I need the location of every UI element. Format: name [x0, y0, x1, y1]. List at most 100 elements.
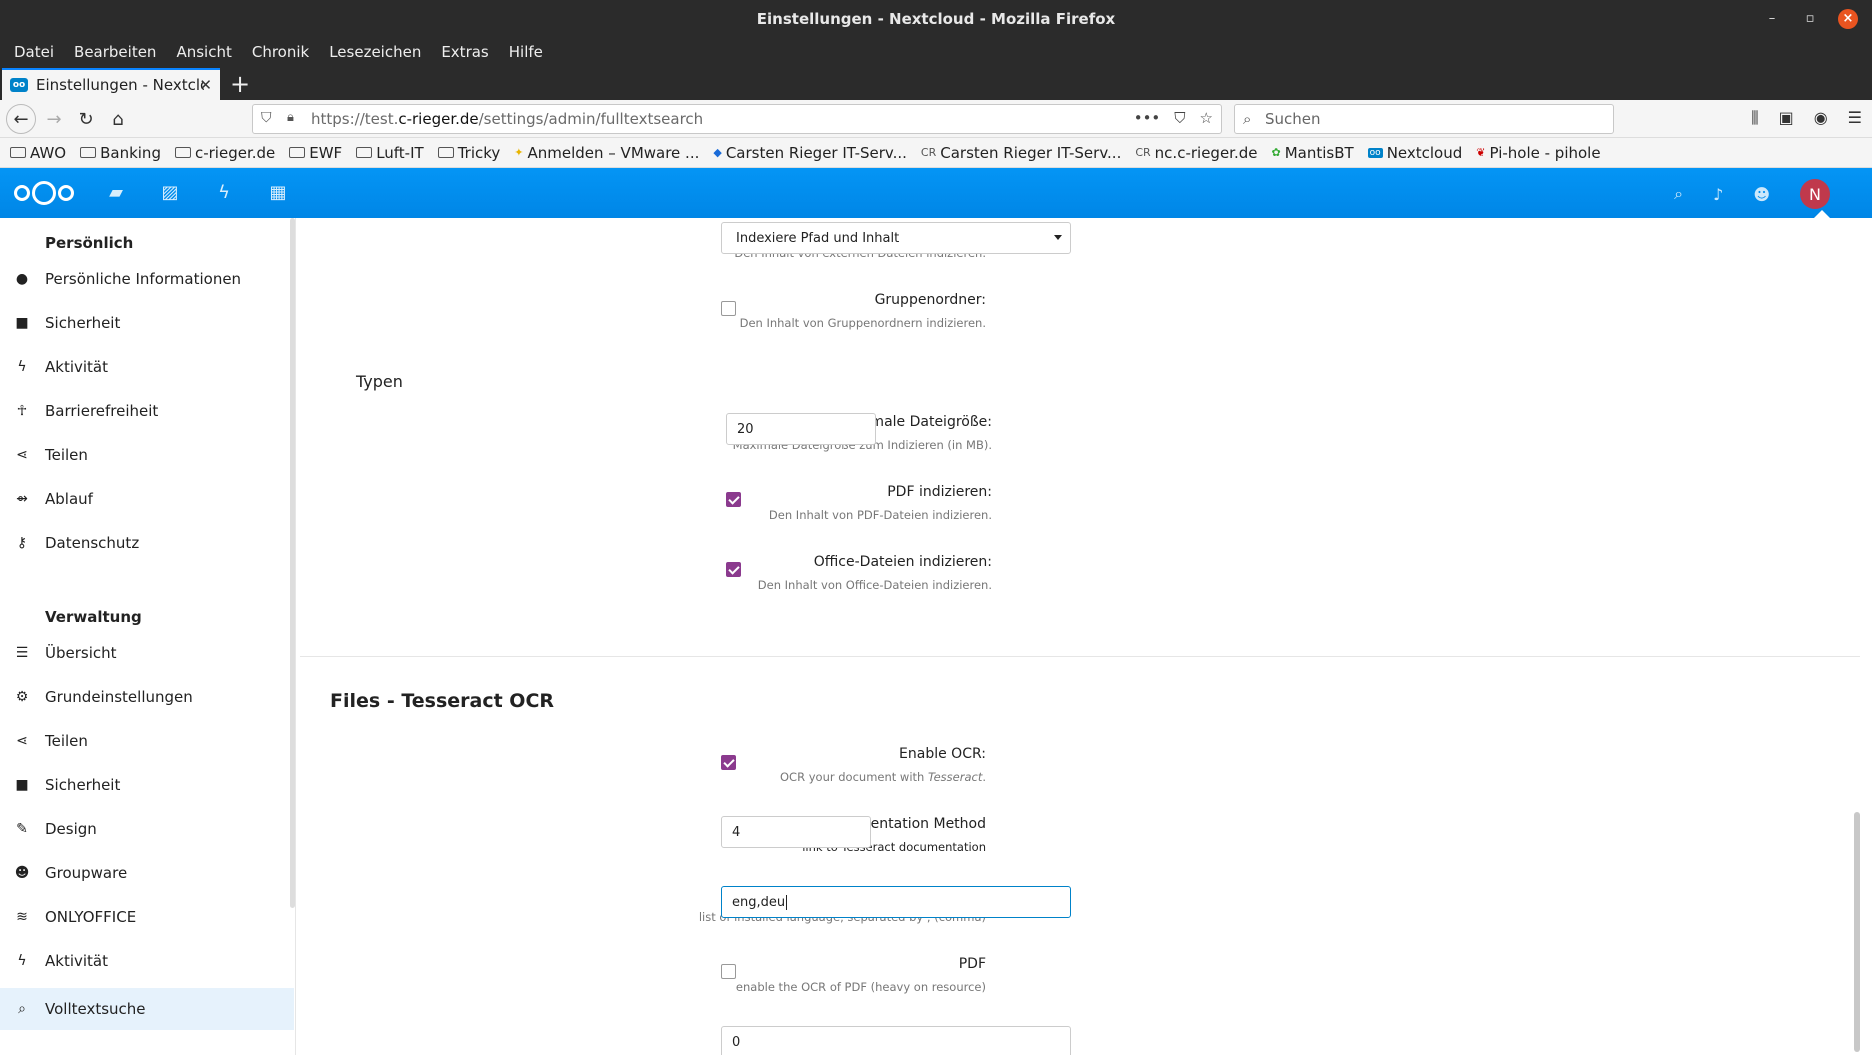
sidebar-scrollbar[interactable]: [290, 218, 295, 908]
contacts-icon[interactable]: ☻: [1753, 185, 1770, 204]
flow-icon: ⇴: [16, 491, 28, 507]
bookmark-banking[interactable]: Banking: [80, 144, 161, 162]
bookmark-star-icon[interactable]: ☆: [1200, 109, 1213, 127]
sidebar-item-groupware[interactable]: ☻ Groupware: [0, 854, 294, 892]
key-icon: ⚷: [16, 535, 28, 551]
search-placeholder: Suchen: [1265, 110, 1321, 128]
bookmark-nextcloud[interactable]: oo Nextcloud: [1367, 144, 1462, 162]
group-icon: ☻: [14, 865, 30, 881]
lightning-icon: ϟ: [17, 953, 27, 969]
pocket-icon[interactable]: ⛉: [1174, 109, 1185, 127]
bookmark-pihole[interactable]: ❦ Pi-hole - pihole: [1476, 144, 1600, 162]
sidebar-item-fulltextsearch[interactable]: ⌕ Volltextsuche: [0, 988, 294, 1030]
bookmark-vmware[interactable]: ✦ Anmelden – VMware ...: [514, 144, 699, 162]
bookmark-carsten-rieger-1[interactable]: ◆ Carsten Rieger IT-Serv...: [713, 144, 907, 162]
office-index-checkbox[interactable]: [726, 562, 741, 577]
url-text[interactable]: https://test.c-rieger.de/settings/admin/…: [311, 110, 703, 128]
photos-app-image-icon[interactable]: ▨: [158, 182, 182, 203]
back-arrow-icon[interactable]: ←: [6, 104, 36, 134]
sidebar-heading-personal: Persönlich: [45, 234, 134, 252]
menu-bearbeiten[interactable]: Bearbeiten: [64, 38, 166, 68]
enable-ocr-checkbox[interactable]: [721, 755, 736, 770]
unified-search-icon[interactable]: ⌕: [1674, 184, 1683, 204]
menu-extras[interactable]: Extras: [431, 38, 498, 68]
library-icon[interactable]: ⫼: [1751, 108, 1758, 128]
share-icon: ⋖: [16, 447, 28, 463]
external-files-select[interactable]: Indexiere Pfad und Inhalt: [721, 222, 1071, 254]
nextcloud-favicon-icon: oo: [10, 78, 28, 92]
account-icon[interactable]: ◉: [1814, 108, 1828, 128]
folder-icon: [80, 147, 97, 158]
sidebar-item-admin-security[interactable]: ■ Sicherheit: [0, 766, 294, 804]
bookmark-carsten-rieger-2[interactable]: CR Carsten Rieger IT-Serv...: [921, 144, 1121, 162]
close-window-icon[interactable]: ×: [1838, 9, 1858, 29]
group-folders-checkbox[interactable]: [721, 301, 736, 316]
share-icon: ⋖: [16, 733, 28, 749]
menu-lesezeichen[interactable]: Lesezeichen: [319, 38, 431, 68]
limit-pdf-input[interactable]: 0: [721, 1026, 1071, 1055]
sidebar-item-accessibility[interactable]: ☥ Barrierefreiheit: [0, 392, 294, 430]
maximize-icon[interactable]: ▫: [1800, 9, 1820, 29]
content-scrollbar[interactable]: [1854, 812, 1860, 1052]
bookmark-ewf[interactable]: EWF: [289, 144, 342, 162]
gear-icon: ⚙: [15, 689, 29, 705]
enable-ocr-label: Enable OCR:: [899, 746, 986, 762]
group-folders-hint: Den Inhalt von Gruppenordnern indizieren…: [739, 316, 986, 330]
user-avatar[interactable]: N: [1800, 179, 1830, 209]
enable-ocr-hint: OCR your document with Tesseract.: [780, 770, 986, 784]
sidebar-item-privacy[interactable]: ⚷ Datenschutz: [0, 524, 294, 562]
pdf-index-checkbox[interactable]: [726, 492, 741, 507]
folder-icon: [437, 147, 454, 158]
sidebar-item-personal-info[interactable]: ● Persönliche Informationen: [0, 260, 294, 298]
nextcloud-logo-icon[interactable]: [14, 181, 74, 205]
new-tab-icon[interactable]: +: [230, 70, 250, 98]
menu-chronik[interactable]: Chronik: [242, 38, 319, 68]
page-actions-icon[interactable]: •••: [1134, 109, 1161, 127]
bookmark-mantisbt[interactable]: ✿ MantisBT: [1271, 144, 1353, 162]
tab-active[interactable]: oo Einstellungen - Nextcloud ✕: [2, 68, 220, 100]
sidebar-item-design[interactable]: ✎ Design: [0, 810, 294, 848]
sidebar-item-overview[interactable]: ☰ Übersicht: [0, 634, 294, 672]
minimize-icon[interactable]: –: [1762, 9, 1782, 29]
menu-hilfe[interactable]: Hilfe: [499, 38, 553, 68]
psm-input[interactable]: 4: [721, 816, 871, 848]
url-bar[interactable]: ⛉ 🔒︎ https://test.c-rieger.de/settings/a…: [252, 104, 1222, 134]
calendar-app-icon[interactable]: ▦: [266, 182, 290, 203]
sidebar-item-flow[interactable]: ⇴ Ablauf: [0, 480, 294, 518]
office-index-hint: Den Inhalt von Office-Dateien indizieren…: [757, 578, 992, 592]
cube-icon: ◆: [713, 146, 722, 159]
bookmark-awo[interactable]: AWO: [10, 144, 66, 162]
sidebar-item-admin-activity[interactable]: ϟ Aktivität: [0, 942, 294, 980]
external-files-value: Indexiere Pfad und Inhalt: [736, 231, 900, 246]
menu-ansicht[interactable]: Ansicht: [166, 38, 241, 68]
sidebar-item-admin-sharing[interactable]: ⋖ Teilen: [0, 722, 294, 760]
menu-datei[interactable]: Datei: [4, 38, 64, 68]
sidebar-item-security[interactable]: ■ Sicherheit: [0, 304, 294, 342]
bookmark-c-rieger[interactable]: c-rieger.de: [174, 144, 275, 162]
sidebar-item-activity[interactable]: ϟ Aktivität: [0, 348, 294, 386]
bookmark-luft-it[interactable]: Luft-IT: [356, 144, 424, 162]
max-size-input[interactable]: 20: [726, 413, 876, 445]
files-app-folder-icon[interactable]: ▰: [104, 182, 128, 203]
sidebar-item-basic-settings[interactable]: ⚙ Grundeinstellungen: [0, 678, 294, 716]
sidebar-item-onlyoffice[interactable]: ≋ ONLYOFFICE: [0, 898, 294, 936]
bookmark-tricky[interactable]: Tricky: [437, 144, 500, 162]
languages-input[interactable]: eng,deu: [721, 886, 1071, 918]
reload-icon[interactable]: ↻: [72, 105, 100, 133]
lock-icon[interactable]: 🔒︎: [287, 110, 294, 125]
home-icon[interactable]: ⌂: [104, 105, 132, 133]
tracking-shield-icon[interactable]: ⛉: [261, 110, 272, 126]
notifications-bell-icon[interactable]: ♪: [1713, 185, 1723, 204]
tab-close-icon[interactable]: ✕: [199, 76, 212, 94]
types-heading: Typen: [356, 372, 403, 391]
folder-icon: [356, 147, 373, 158]
activity-app-lightning-icon[interactable]: ϟ: [212, 182, 236, 203]
pdf-ocr-checkbox[interactable]: [721, 964, 736, 979]
sidebar-toggle-icon[interactable]: ▣: [1779, 108, 1794, 128]
search-input[interactable]: ⌕ Suchen: [1234, 104, 1614, 134]
sidebar-item-sharing[interactable]: ⋖ Teilen: [0, 436, 294, 474]
hamburger-menu-icon[interactable]: ☰: [1848, 108, 1862, 128]
mantis-icon: ✿: [1271, 146, 1281, 159]
forward-arrow-icon[interactable]: →: [40, 105, 68, 133]
bookmark-nc-c-rieger[interactable]: CR nc.c-rieger.de: [1135, 144, 1257, 162]
